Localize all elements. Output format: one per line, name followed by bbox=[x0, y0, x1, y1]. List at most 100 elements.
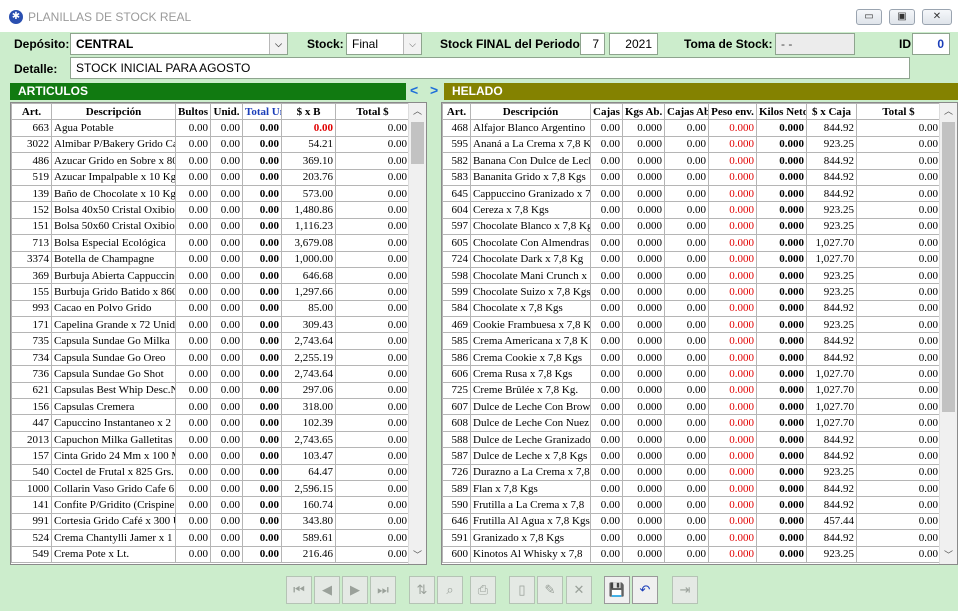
table-cell[interactable]: 160.74 bbox=[281, 496, 336, 514]
table-cell[interactable]: 0.000 bbox=[708, 398, 757, 416]
table-cell[interactable]: 0.00 bbox=[242, 348, 282, 367]
close-button[interactable]: ✕ bbox=[922, 9, 952, 25]
table-cell[interactable]: 0.00 bbox=[335, 496, 410, 514]
table-cell[interactable]: 2,596.15 bbox=[281, 479, 336, 498]
table-cell[interactable]: Dulce de Leche Con Nuez bbox=[470, 414, 591, 432]
table-cell[interactable]: 0.00 bbox=[856, 135, 941, 154]
table-cell[interactable]: 0.000 bbox=[708, 545, 757, 563]
column-header[interactable]: Unid. bbox=[210, 103, 243, 121]
table-cell[interactable]: 0.00 bbox=[590, 184, 623, 203]
table-row[interactable]: 595 Ananá a La Crema x 7,8 K 0.00 0.000 0.00… bbox=[442, 135, 941, 154]
chevron-down-icon[interactable]: ⌵ bbox=[269, 34, 287, 54]
table-cell[interactable]: 0.00 bbox=[590, 135, 623, 154]
table-cell[interactable]: 343.80 bbox=[281, 512, 336, 531]
table-cell[interactable]: 646.68 bbox=[281, 266, 336, 285]
table-cell[interactable]: Chocolate Con Almendras bbox=[470, 234, 591, 252]
detalle-input[interactable]: STOCK INICIAL PARA AGOSTO bbox=[70, 57, 910, 79]
table-cell[interactable]: 588 bbox=[442, 430, 471, 449]
table-cell[interactable]: 0.00 bbox=[856, 299, 941, 318]
table-cell[interactable]: 0.00 bbox=[210, 348, 243, 367]
table-cell[interactable]: Azucar Impalpable x 10 Kg bbox=[51, 168, 176, 186]
table-cell[interactable]: 0.00 bbox=[175, 316, 211, 334]
table-cell[interactable]: 590 bbox=[442, 496, 471, 514]
table-cell[interactable]: Bananita Grido x 7,8 Kgs bbox=[470, 168, 591, 186]
table-cell[interactable]: 0.000 bbox=[622, 463, 665, 481]
table-cell[interactable]: 0.00 bbox=[242, 135, 282, 154]
table-cell[interactable]: 589 bbox=[442, 479, 471, 498]
table-row[interactable]: 469 Cookie Frambuesa x 7,8 K 0.00 0.000 0.00… bbox=[442, 316, 941, 334]
table-cell[interactable]: 0.00 bbox=[335, 430, 410, 449]
table-cell[interactable]: 0.000 bbox=[708, 512, 757, 531]
table-cell[interactable]: 0.00 bbox=[175, 496, 211, 514]
table-cell[interactable]: 0.000 bbox=[756, 545, 807, 563]
table-cell[interactable]: 0.00 bbox=[856, 512, 941, 531]
table-cell[interactable]: 597 bbox=[442, 217, 471, 236]
table-row[interactable]: 606 Crema Rusa x 7,8 Kgs 0.00 0.000 0.00 0.00… bbox=[442, 365, 941, 383]
table-cell[interactable]: 0.00 bbox=[175, 414, 211, 432]
table-cell[interactable]: 585 bbox=[442, 332, 471, 350]
table-row[interactable]: 621 Capsulas Best Whip Desc.N 0.00 0.00 0.00… bbox=[11, 381, 410, 400]
table-cell[interactable]: 0.00 bbox=[242, 250, 282, 268]
table-cell[interactable]: 0.00 bbox=[175, 299, 211, 318]
column-header[interactable]: Kilos Netos bbox=[756, 103, 807, 121]
table-cell[interactable]: 0.00 bbox=[175, 201, 211, 219]
table-cell[interactable]: 369 bbox=[11, 266, 52, 285]
exit-button[interactable]: ⇥ bbox=[672, 576, 698, 604]
table-cell[interactable]: 152 bbox=[11, 201, 52, 219]
table-cell[interactable]: 0.00 bbox=[335, 135, 410, 154]
table-cell[interactable]: 0.00 bbox=[210, 184, 243, 203]
table-cell[interactable]: 0.00 bbox=[335, 365, 410, 383]
table-cell[interactable]: 844.92 bbox=[806, 496, 857, 514]
table-cell[interactable]: 0.00 bbox=[175, 135, 211, 154]
table-cell[interactable]: 0.000 bbox=[756, 201, 807, 219]
table-cell[interactable]: 0.00 bbox=[335, 184, 410, 203]
table-cell[interactable]: 0.00 bbox=[210, 135, 243, 154]
table-cell[interactable]: 0.00 bbox=[664, 348, 709, 367]
table-cell[interactable]: 0.00 bbox=[856, 316, 941, 334]
table-cell[interactable]: 0.00 bbox=[175, 266, 211, 285]
table-cell[interactable]: Chocolate Mani Crunch x bbox=[470, 266, 591, 285]
column-header[interactable]: Art. bbox=[442, 103, 471, 121]
table-cell[interactable]: 645 bbox=[442, 184, 471, 203]
table-cell[interactable]: 0.00 bbox=[590, 463, 623, 481]
table-row[interactable]: 597 Chocolate Blanco x 7,8 Kg 0.00 0.000 0.0… bbox=[442, 217, 941, 236]
table-cell[interactable]: 0.000 bbox=[756, 266, 807, 285]
table-row[interactable]: 524 Crema Chantylli Jamer x 1 0.00 0.00 0.00… bbox=[11, 529, 410, 547]
table-cell[interactable]: 0.00 bbox=[335, 529, 410, 547]
table-cell[interactable]: 0.000 bbox=[708, 266, 757, 285]
table-cell[interactable]: Capuchon Milka Galletitas bbox=[51, 430, 176, 449]
minimize-button[interactable]: ▭ bbox=[856, 9, 882, 25]
table-cell[interactable]: 0.000 bbox=[708, 250, 757, 268]
table-cell[interactable]: 0.00 bbox=[664, 135, 709, 154]
table-cell[interactable]: 0.00 bbox=[856, 266, 941, 285]
table-cell[interactable]: 1,027.70 bbox=[806, 234, 857, 252]
table-cell[interactable]: 589.61 bbox=[281, 529, 336, 547]
table-cell[interactable]: Durazno a La Crema x 7,8 bbox=[470, 463, 591, 481]
table-cell[interactable]: 0.00 bbox=[175, 479, 211, 498]
table-cell[interactable]: 0.000 bbox=[622, 398, 665, 416]
column-header[interactable]: Art. bbox=[11, 103, 52, 121]
column-header[interactable]: Total Uni bbox=[242, 103, 282, 121]
table-cell[interactable]: Dulce de Leche x 7,8 Kgs bbox=[470, 447, 591, 465]
table-cell[interactable]: 2,743.64 bbox=[281, 332, 336, 350]
table-row[interactable]: 991 Cortesia Grido Café x 300 U 0.00 0.00 0.… bbox=[11, 512, 410, 531]
table-cell[interactable]: 155 bbox=[11, 283, 52, 301]
table-cell[interactable]: 0.00 bbox=[335, 119, 410, 137]
table-cell[interactable]: 844.92 bbox=[806, 479, 857, 498]
table-row[interactable]: 589 Flan x 7,8 Kgs 0.00 0.000 0.00 0.000 0.000… bbox=[442, 479, 941, 498]
table-cell[interactable]: Crema Americana x 7,8 K bbox=[470, 332, 591, 350]
chevron-down-icon[interactable]: ⌵ bbox=[403, 34, 421, 54]
table-cell[interactable]: 0.00 bbox=[175, 447, 211, 465]
table-cell[interactable]: 0.000 bbox=[756, 479, 807, 498]
table-cell[interactable]: 0.000 bbox=[622, 414, 665, 432]
table-cell[interactable]: Flan x 7,8 Kgs bbox=[470, 479, 591, 498]
month-input[interactable]: 7 bbox=[580, 33, 605, 55]
table-cell[interactable]: 0.000 bbox=[708, 365, 757, 383]
table-cell[interactable]: 318.00 bbox=[281, 398, 336, 416]
table-cell[interactable]: 0.00 bbox=[210, 430, 243, 449]
table-cell[interactable]: 0.00 bbox=[210, 545, 243, 563]
table-cell[interactable]: 0.00 bbox=[335, 266, 410, 285]
table-cell[interactable]: 0.000 bbox=[708, 381, 757, 400]
table-row[interactable]: 993 Cacao en Polvo Grido 0.00 0.00 0.00 85.00… bbox=[11, 299, 410, 318]
table-cell[interactable]: Frutilla Al Agua x 7,8 Kgs bbox=[470, 512, 591, 531]
